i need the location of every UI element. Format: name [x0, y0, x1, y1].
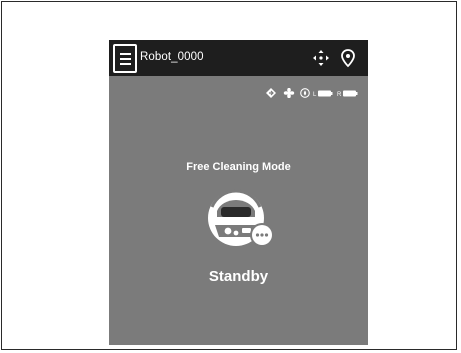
right-battery-label: R	[337, 92, 342, 98]
more-options-icon	[255, 233, 269, 237]
status-bar: L R	[266, 85, 362, 99]
status-icons: L R	[266, 87, 358, 99]
app-screen: Robot_0000 L R Free Cleaning Mode Standb…	[109, 40, 368, 345]
hamburger-menu-icon	[120, 53, 131, 55]
mode-label: Free Cleaning Mode	[186, 161, 291, 173]
left-battery-label: L	[313, 92, 317, 98]
app-header: Robot_0000	[109, 40, 368, 76]
hamburger-menu-icon-line	[120, 58, 131, 60]
robot-status-button[interactable]	[203, 185, 283, 255]
robot-cleaner-icon	[208, 189, 274, 247]
left-battery-icon	[318, 90, 333, 97]
map-button[interactable]	[338, 48, 358, 68]
right-battery-icon	[343, 90, 358, 97]
screenshot-frame: Robot_0000 L R Free Cleaning Mode Standb…	[1, 1, 457, 350]
location-pin-icon	[341, 49, 355, 68]
water-level-icon	[300, 88, 310, 98]
fan-icon	[283, 87, 295, 99]
suction-power-icon	[266, 88, 276, 98]
hamburger-menu-icon-line	[120, 63, 131, 65]
menu-button[interactable]	[113, 44, 137, 73]
robot-state-label: Standby	[208, 268, 269, 285]
remote-control-button[interactable]	[311, 48, 331, 68]
direction-pad-icon	[313, 50, 329, 66]
device-name: Robot_0000	[140, 51, 204, 63]
